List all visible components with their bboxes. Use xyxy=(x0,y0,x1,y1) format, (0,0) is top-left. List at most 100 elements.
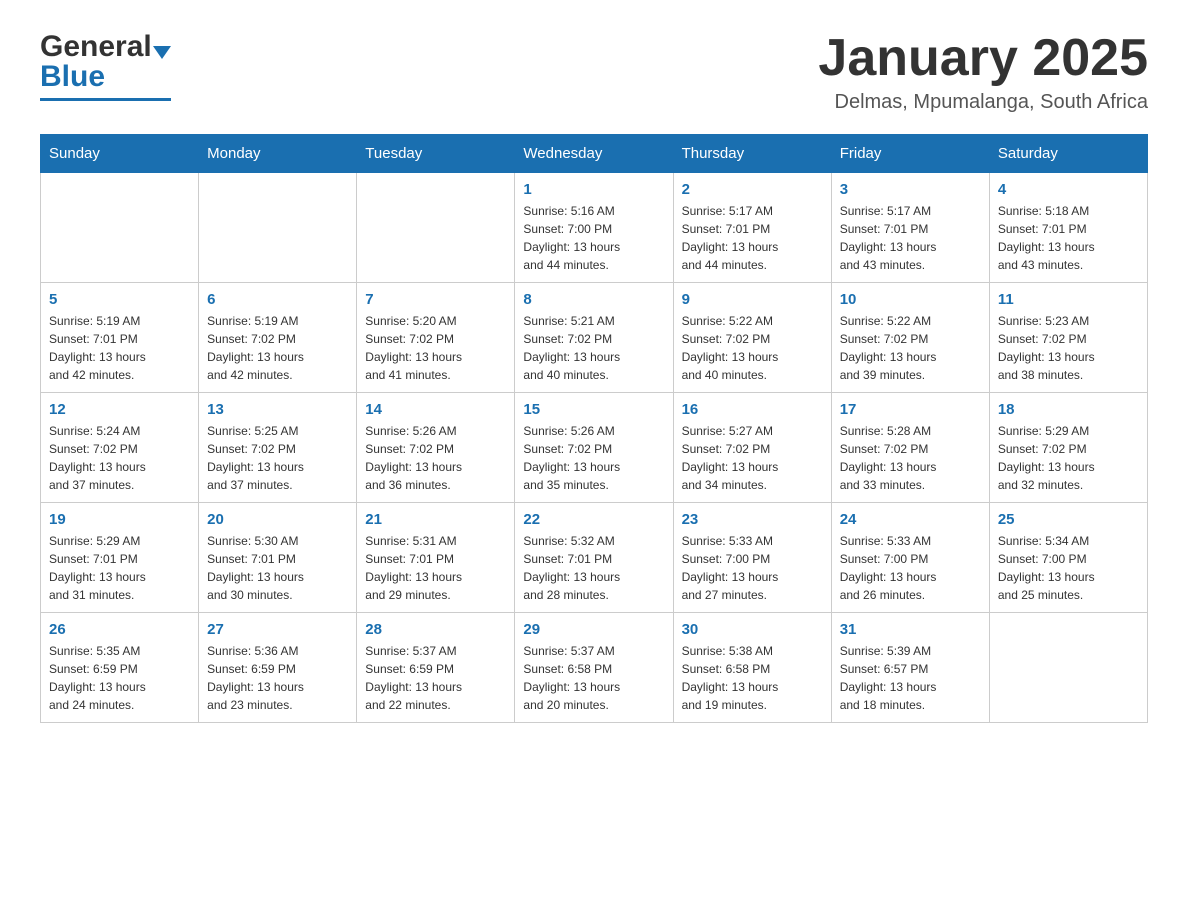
calendar-cell: 26 Sunrise: 5:35 AM Sunset: 6:59 PM Dayli… xyxy=(41,613,199,723)
calendar-cell: 22 Sunrise: 5:32 AM Sunset: 7:01 PM Dayli… xyxy=(515,503,673,613)
day-info: Sunrise: 5:32 AM Sunset: 7:01 PM Dayligh… xyxy=(523,532,664,604)
day-number: 15 xyxy=(523,401,664,418)
day-info: Sunrise: 5:23 AM Sunset: 7:02 PM Dayligh… xyxy=(998,312,1139,384)
calendar-cell: 18Sunrise: 5:29 AM Sunset: 7:02 PM Dayli… xyxy=(989,393,1147,503)
calendar-cell: 4Sunrise: 5:18 AM Sunset: 7:01 PM Daylig… xyxy=(989,173,1147,283)
weekday-header-friday: Friday xyxy=(831,135,989,173)
day-number: 3 xyxy=(840,181,981,198)
day-info: Sunrise: 5:30 AM Sunset: 7:01 PM Dayligh… xyxy=(207,532,348,604)
calendar-cell: 7 Sunrise: 5:20 AM Sunset: 7:02 PM Daylig… xyxy=(357,283,515,393)
day-number: 7 xyxy=(365,291,506,308)
logo-underline xyxy=(40,98,171,101)
calendar-cell: 30 Sunrise: 5:38 AM Sunset: 6:58 PM Dayli… xyxy=(673,613,831,723)
weekday-header-saturday: Saturday xyxy=(989,135,1147,173)
day-number: 28 xyxy=(365,621,506,638)
day-info: Sunrise: 5:33 AM Sunset: 7:00 PM Dayligh… xyxy=(682,532,823,604)
day-number: 27 xyxy=(207,621,348,638)
calendar-header-row: SundayMondayTuesdayWednesdayThursdayFrid… xyxy=(41,135,1148,173)
day-info: Sunrise: 5:31 AM Sunset: 7:01 PM Dayligh… xyxy=(365,532,506,604)
page-header: General Blue January 2025 Delmas, Mpumal… xyxy=(40,30,1148,114)
day-number: 11 xyxy=(998,291,1139,308)
day-info: Sunrise: 5:37 AM Sunset: 6:59 PM Dayligh… xyxy=(365,642,506,714)
calendar-cell xyxy=(989,613,1147,723)
day-info: Sunrise: 5:26 AM Sunset: 7:02 PM Dayligh… xyxy=(365,422,506,494)
day-info: Sunrise: 5:33 AM Sunset: 7:00 PM Dayligh… xyxy=(840,532,981,604)
calendar-cell: 17Sunrise: 5:28 AM Sunset: 7:02 PM Dayli… xyxy=(831,393,989,503)
calendar-cell: 10Sunrise: 5:22 AM Sunset: 7:02 PM Dayli… xyxy=(831,283,989,393)
weekday-header-thursday: Thursday xyxy=(673,135,831,173)
month-title: January 2025 xyxy=(818,30,1148,87)
calendar-cell: 16 Sunrise: 5:27 AM Sunset: 7:02 PM Dayli… xyxy=(673,393,831,503)
calendar-cell xyxy=(357,173,515,283)
calendar-cell: 29Sunrise: 5:37 AM Sunset: 6:58 PM Dayli… xyxy=(515,613,673,723)
calendar-cell: 9 Sunrise: 5:22 AM Sunset: 7:02 PM Daylig… xyxy=(673,283,831,393)
calendar-cell: 11 Sunrise: 5:23 AM Sunset: 7:02 PM Dayli… xyxy=(989,283,1147,393)
logo-general-text: General xyxy=(40,30,152,64)
day-info: Sunrise: 5:24 AM Sunset: 7:02 PM Dayligh… xyxy=(49,422,190,494)
calendar-cell: 3 Sunrise: 5:17 AM Sunset: 7:01 PM Daylig… xyxy=(831,173,989,283)
day-number: 22 xyxy=(523,511,664,528)
day-number: 2 xyxy=(682,181,823,198)
calendar-cell: 27Sunrise: 5:36 AM Sunset: 6:59 PM Dayli… xyxy=(199,613,357,723)
day-info: Sunrise: 5:19 AM Sunset: 7:02 PM Dayligh… xyxy=(207,312,348,384)
calendar-cell: 15 Sunrise: 5:26 AM Sunset: 7:02 PM Dayli… xyxy=(515,393,673,503)
calendar-week-row: 1 Sunrise: 5:16 AM Sunset: 7:00 PM Daylig… xyxy=(41,173,1148,283)
day-info: Sunrise: 5:35 AM Sunset: 6:59 PM Dayligh… xyxy=(49,642,190,714)
calendar-cell: 1 Sunrise: 5:16 AM Sunset: 7:00 PM Daylig… xyxy=(515,173,673,283)
weekday-header-tuesday: Tuesday xyxy=(357,135,515,173)
day-info: Sunrise: 5:17 AM Sunset: 7:01 PM Dayligh… xyxy=(682,202,823,274)
weekday-header-sunday: Sunday xyxy=(41,135,199,173)
logo-blue-text: Blue xyxy=(40,60,105,94)
calendar-cell: 12 Sunrise: 5:24 AM Sunset: 7:02 PM Dayli… xyxy=(41,393,199,503)
calendar-cell: 13Sunrise: 5:25 AM Sunset: 7:02 PM Dayli… xyxy=(199,393,357,503)
calendar-week-row: 26 Sunrise: 5:35 AM Sunset: 6:59 PM Dayli… xyxy=(41,613,1148,723)
day-info: Sunrise: 5:38 AM Sunset: 6:58 PM Dayligh… xyxy=(682,642,823,714)
day-info: Sunrise: 5:28 AM Sunset: 7:02 PM Dayligh… xyxy=(840,422,981,494)
day-info: Sunrise: 5:17 AM Sunset: 7:01 PM Dayligh… xyxy=(840,202,981,274)
calendar-cell xyxy=(199,173,357,283)
day-number: 12 xyxy=(49,401,190,418)
day-number: 24 xyxy=(840,511,981,528)
day-number: 14 xyxy=(365,401,506,418)
day-number: 30 xyxy=(682,621,823,638)
calendar-cell: 28 Sunrise: 5:37 AM Sunset: 6:59 PM Dayli… xyxy=(357,613,515,723)
day-info: Sunrise: 5:21 AM Sunset: 7:02 PM Dayligh… xyxy=(523,312,664,384)
day-number: 19 xyxy=(49,511,190,528)
day-info: Sunrise: 5:39 AM Sunset: 6:57 PM Dayligh… xyxy=(840,642,981,714)
calendar-cell: 19 Sunrise: 5:29 AM Sunset: 7:01 PM Dayli… xyxy=(41,503,199,613)
day-number: 9 xyxy=(682,291,823,308)
calendar-cell: 21Sunrise: 5:31 AM Sunset: 7:01 PM Dayli… xyxy=(357,503,515,613)
day-info: Sunrise: 5:22 AM Sunset: 7:02 PM Dayligh… xyxy=(840,312,981,384)
calendar-cell: 31Sunrise: 5:39 AM Sunset: 6:57 PM Dayli… xyxy=(831,613,989,723)
calendar-cell: 14 Sunrise: 5:26 AM Sunset: 7:02 PM Dayli… xyxy=(357,393,515,503)
calendar-week-row: 12 Sunrise: 5:24 AM Sunset: 7:02 PM Dayli… xyxy=(41,393,1148,503)
logo: General Blue xyxy=(40,30,171,101)
calendar-cell: 5 Sunrise: 5:19 AM Sunset: 7:01 PM Daylig… xyxy=(41,283,199,393)
calendar-table: SundayMondayTuesdayWednesdayThursdayFrid… xyxy=(40,134,1148,723)
location: Delmas, Mpumalanga, South Africa xyxy=(818,91,1148,114)
day-info: Sunrise: 5:26 AM Sunset: 7:02 PM Dayligh… xyxy=(523,422,664,494)
day-info: Sunrise: 5:18 AM Sunset: 7:01 PM Dayligh… xyxy=(998,202,1139,274)
day-info: Sunrise: 5:16 AM Sunset: 7:00 PM Dayligh… xyxy=(523,202,664,274)
day-number: 6 xyxy=(207,291,348,308)
calendar-cell: 6 Sunrise: 5:19 AM Sunset: 7:02 PM Daylig… xyxy=(199,283,357,393)
day-number: 25 xyxy=(998,511,1139,528)
day-info: Sunrise: 5:29 AM Sunset: 7:01 PM Dayligh… xyxy=(49,532,190,604)
calendar-cell: 2 Sunrise: 5:17 AM Sunset: 7:01 PM Daylig… xyxy=(673,173,831,283)
day-number: 1 xyxy=(523,181,664,198)
day-number: 18 xyxy=(998,401,1139,418)
calendar-cell: 24 Sunrise: 5:33 AM Sunset: 7:00 PM Dayli… xyxy=(831,503,989,613)
day-info: Sunrise: 5:22 AM Sunset: 7:02 PM Dayligh… xyxy=(682,312,823,384)
day-info: Sunrise: 5:19 AM Sunset: 7:01 PM Dayligh… xyxy=(49,312,190,384)
weekday-header-monday: Monday xyxy=(199,135,357,173)
day-number: 5 xyxy=(49,291,190,308)
day-number: 16 xyxy=(682,401,823,418)
day-number: 20 xyxy=(207,511,348,528)
calendar-cell xyxy=(41,173,199,283)
calendar-week-row: 5 Sunrise: 5:19 AM Sunset: 7:01 PM Daylig… xyxy=(41,283,1148,393)
day-number: 8 xyxy=(523,291,664,308)
day-info: Sunrise: 5:27 AM Sunset: 7:02 PM Dayligh… xyxy=(682,422,823,494)
day-info: Sunrise: 5:20 AM Sunset: 7:02 PM Dayligh… xyxy=(365,312,506,384)
day-info: Sunrise: 5:25 AM Sunset: 7:02 PM Dayligh… xyxy=(207,422,348,494)
day-number: 26 xyxy=(49,621,190,638)
